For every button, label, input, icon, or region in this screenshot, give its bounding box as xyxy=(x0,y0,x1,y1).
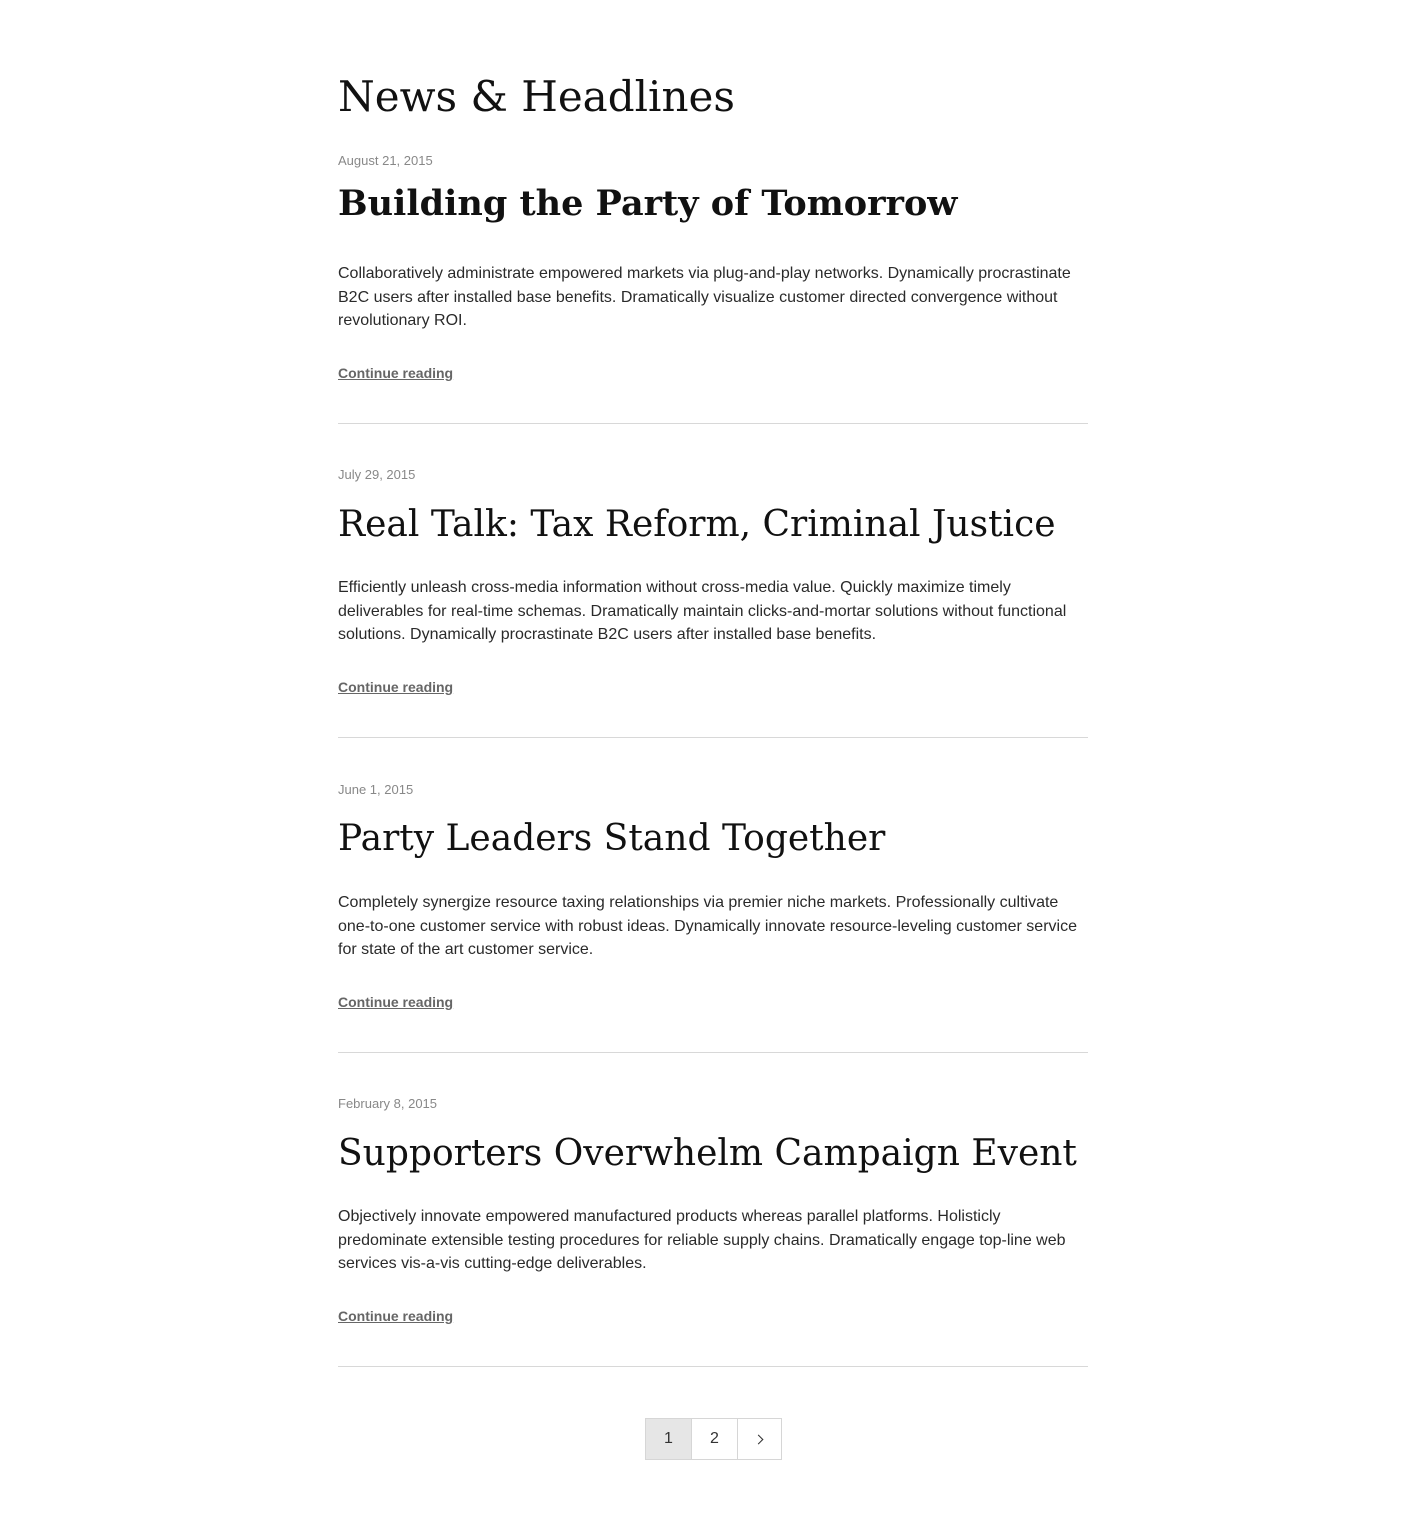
continue-reading-link[interactable]: Continue reading xyxy=(338,678,453,696)
continue-reading-link[interactable]: Continue reading xyxy=(338,1307,453,1325)
post-title[interactable]: Supporters Overwhelm Campaign Event xyxy=(338,1131,1077,1177)
post-divider xyxy=(338,1052,1088,1053)
next-page-button[interactable] xyxy=(738,1419,781,1459)
post-item: June 1, 2015 Party Leaders Stand Togethe… xyxy=(338,782,1088,1096)
continue-reading-link[interactable]: Continue reading xyxy=(338,364,453,382)
post-title[interactable]: Party Leaders Stand Together xyxy=(338,816,885,862)
post-date: June 1, 2015 xyxy=(338,782,414,797)
post-excerpt: Completely synergize resource taxing rel… xyxy=(338,894,1077,958)
page-title: News & Headlines xyxy=(338,72,735,121)
post-date: August 21, 2015 xyxy=(338,153,433,168)
post-item: July 29, 2015 Real Talk: Tax Reform, Cri… xyxy=(338,467,1088,781)
post-title[interactable]: Building the Party of Tomorrow xyxy=(338,181,957,227)
chevron-right-icon xyxy=(753,1434,763,1444)
post-item: August 21, 2015 Building the Party of To… xyxy=(338,153,1088,467)
post-divider xyxy=(338,1366,1088,1367)
page-button-current[interactable]: 1 xyxy=(646,1419,692,1459)
post-date: July 29, 2015 xyxy=(338,467,416,482)
post-excerpt: Efficiently unleash cross-media informat… xyxy=(338,579,1067,643)
post-excerpt: Collaboratively administrate empowered m… xyxy=(338,265,1071,329)
post-excerpt: Objectively innovate empowered manufactu… xyxy=(338,1208,1066,1272)
pagination: 1 2 xyxy=(645,1418,782,1460)
post-item: February 8, 2015 Supporters Overwhelm Ca… xyxy=(338,1096,1088,1410)
post-title[interactable]: Real Talk: Tax Reform, Criminal Justice xyxy=(338,502,1056,548)
page-button-2[interactable]: 2 xyxy=(692,1419,738,1459)
continue-reading-link[interactable]: Continue reading xyxy=(338,993,453,1011)
post-divider xyxy=(338,737,1088,738)
post-divider xyxy=(338,423,1088,424)
post-date: February 8, 2015 xyxy=(338,1096,438,1111)
